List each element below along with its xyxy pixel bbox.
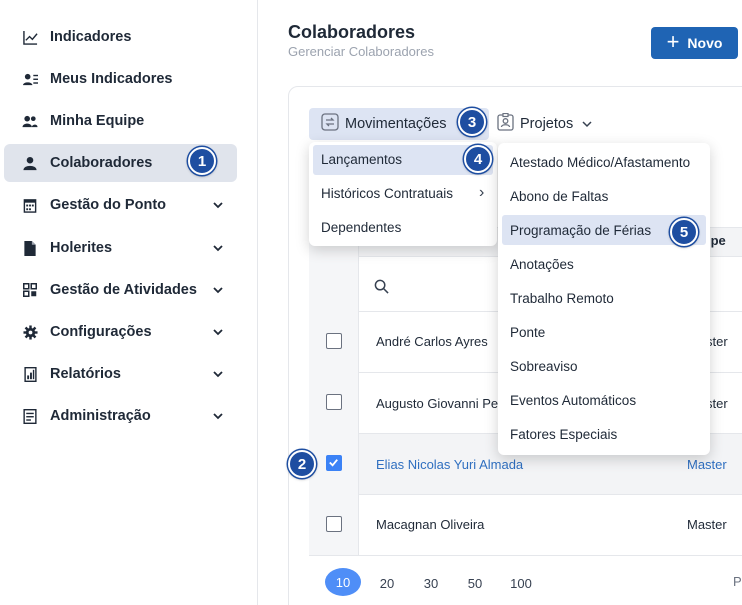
menu-item-historicos-contratuais[interactable]: Históricos Contratuais	[321, 186, 453, 201]
row-name[interactable]: Augusto Giovanni Pe	[376, 396, 498, 411]
page-size-10[interactable]: 10	[325, 568, 361, 596]
row-name[interactable]: Macagnan Oliveira	[376, 517, 484, 532]
sidebar-item-label: Administração	[50, 408, 151, 424]
row-checkbox[interactable]	[326, 516, 342, 532]
sidebar-item-relatorios[interactable]: Relatórios	[4, 355, 237, 393]
page-size-30[interactable]: 30	[419, 570, 443, 596]
sidebar-item-indicadores[interactable]: Indicadores	[4, 18, 237, 56]
chevron-down-icon	[213, 245, 223, 252]
menu-item-lancamentos[interactable]: Lançamentos	[321, 152, 402, 167]
page-size-100[interactable]: 100	[505, 570, 537, 596]
menu-item-trabalho-remoto[interactable]: Trabalho Remoto	[510, 291, 614, 306]
menu-item-sobreaviso[interactable]: Sobreaviso	[510, 359, 578, 374]
step-badge-1: 1	[188, 147, 216, 175]
row-checkbox[interactable]	[326, 394, 342, 410]
sidebar-item-label: Minha Equipe	[50, 113, 145, 129]
sidebar-item-configuracoes[interactable]: Configurações	[4, 313, 237, 351]
page-size-20[interactable]: 20	[375, 570, 399, 596]
row-checkbox[interactable]	[326, 333, 342, 349]
search-icon[interactable]	[374, 279, 389, 299]
tab-movimentacoes-label: Movimentações	[345, 116, 447, 132]
page-title: Colaboradores	[288, 22, 416, 42]
sidebar-item-label: Configurações	[50, 324, 152, 340]
sidebar-item-minha-equipe[interactable]: Minha Equipe	[4, 102, 237, 140]
row-name[interactable]: André Carlos Ayres	[376, 334, 488, 349]
trend-chart-icon	[22, 29, 38, 45]
sidebar-item-label: Holerites	[50, 240, 113, 256]
row-checkbox-checked[interactable]	[326, 455, 342, 471]
chevron-right-icon: ›	[479, 184, 485, 201]
grid-icon	[22, 282, 38, 298]
step-badge-2: 2	[288, 450, 316, 478]
chevron-down-icon	[582, 121, 592, 128]
sidebar-item-label: Colaboradores	[50, 155, 153, 171]
sidebar-item-label: Relatórios	[50, 366, 121, 382]
row-team: Master	[687, 457, 727, 472]
menu-item-abono-de-faltas[interactable]: Abono de Faltas	[510, 189, 608, 204]
sidebar: Indicadores Meus Indicadores Minha Equip…	[0, 0, 258, 605]
pagination-info: P	[733, 574, 742, 589]
checkbox-column	[309, 227, 359, 555]
chevron-down-icon	[213, 413, 223, 420]
menu-item-anotacoes[interactable]: Anotações	[510, 257, 574, 272]
new-button[interactable]: + Novo	[651, 27, 738, 59]
tab-projetos-label: Projetos	[520, 116, 574, 132]
menu-item-fatores-especiais[interactable]: Fatores Especiais	[510, 427, 617, 442]
sidebar-item-administracao[interactable]: Administração	[4, 397, 237, 435]
page-size-50[interactable]: 50	[463, 570, 487, 596]
menu-item-programacao-de-ferias[interactable]: Programação de Férias	[510, 223, 651, 238]
sidebar-item-label: Gestão de Atividades	[50, 282, 197, 298]
chevron-down-icon	[213, 371, 223, 378]
sidebar-item-holerites[interactable]: Holerites	[4, 229, 237, 267]
step-badge-4: 4	[464, 145, 492, 173]
sidebar-item-label: Indicadores	[50, 29, 132, 45]
chevron-down-icon	[213, 287, 223, 294]
sidebar-item-gestao-de-atividades[interactable]: Gestão de Atividades	[4, 271, 237, 309]
report-icon	[22, 366, 38, 382]
person-list-icon	[22, 71, 38, 87]
chevron-down-icon	[213, 202, 223, 209]
step-badge-5: 5	[670, 218, 698, 246]
table-row[interactable]	[309, 495, 742, 556]
admin-icon	[22, 408, 38, 424]
new-button-label: Novo	[687, 35, 723, 51]
menu-item-atestado[interactable]: Atestado Médico/Afastamento	[510, 155, 690, 170]
menu-item-ponte[interactable]: Ponte	[510, 325, 545, 340]
document-icon	[22, 240, 38, 256]
sidebar-item-gestao-do-ponto[interactable]: Gestão do Ponto	[4, 186, 237, 224]
sidebar-item-label: Gestão do Ponto	[50, 197, 166, 213]
person-icon	[22, 155, 38, 171]
row-name[interactable]: Elias Nicolas Yuri Almada	[376, 457, 523, 472]
gear-icon	[22, 324, 38, 340]
sidebar-item-meus-indicadores[interactable]: Meus Indicadores	[4, 60, 237, 98]
checkmark-icon	[329, 459, 338, 467]
sidebar-item-label: Meus Indicadores	[50, 71, 173, 87]
badge-person-icon	[497, 112, 514, 136]
team-icon	[22, 113, 38, 129]
tab-projetos[interactable]: Projetos	[497, 108, 593, 140]
menu-item-eventos-automaticos[interactable]: Eventos Automáticos	[510, 393, 636, 408]
row-team: Master	[687, 517, 727, 532]
calendar-icon	[22, 197, 38, 213]
chevron-down-icon	[213, 329, 223, 336]
step-badge-3: 3	[458, 108, 486, 136]
lancamentos-submenu: Atestado Médico/Afastamento Abono de Fal…	[498, 143, 710, 455]
page-subtitle: Gerenciar Colaboradores	[288, 44, 434, 59]
menu-item-dependentes[interactable]: Dependentes	[321, 220, 401, 235]
plus-icon: +	[666, 29, 680, 54]
transfer-icon	[321, 112, 339, 136]
